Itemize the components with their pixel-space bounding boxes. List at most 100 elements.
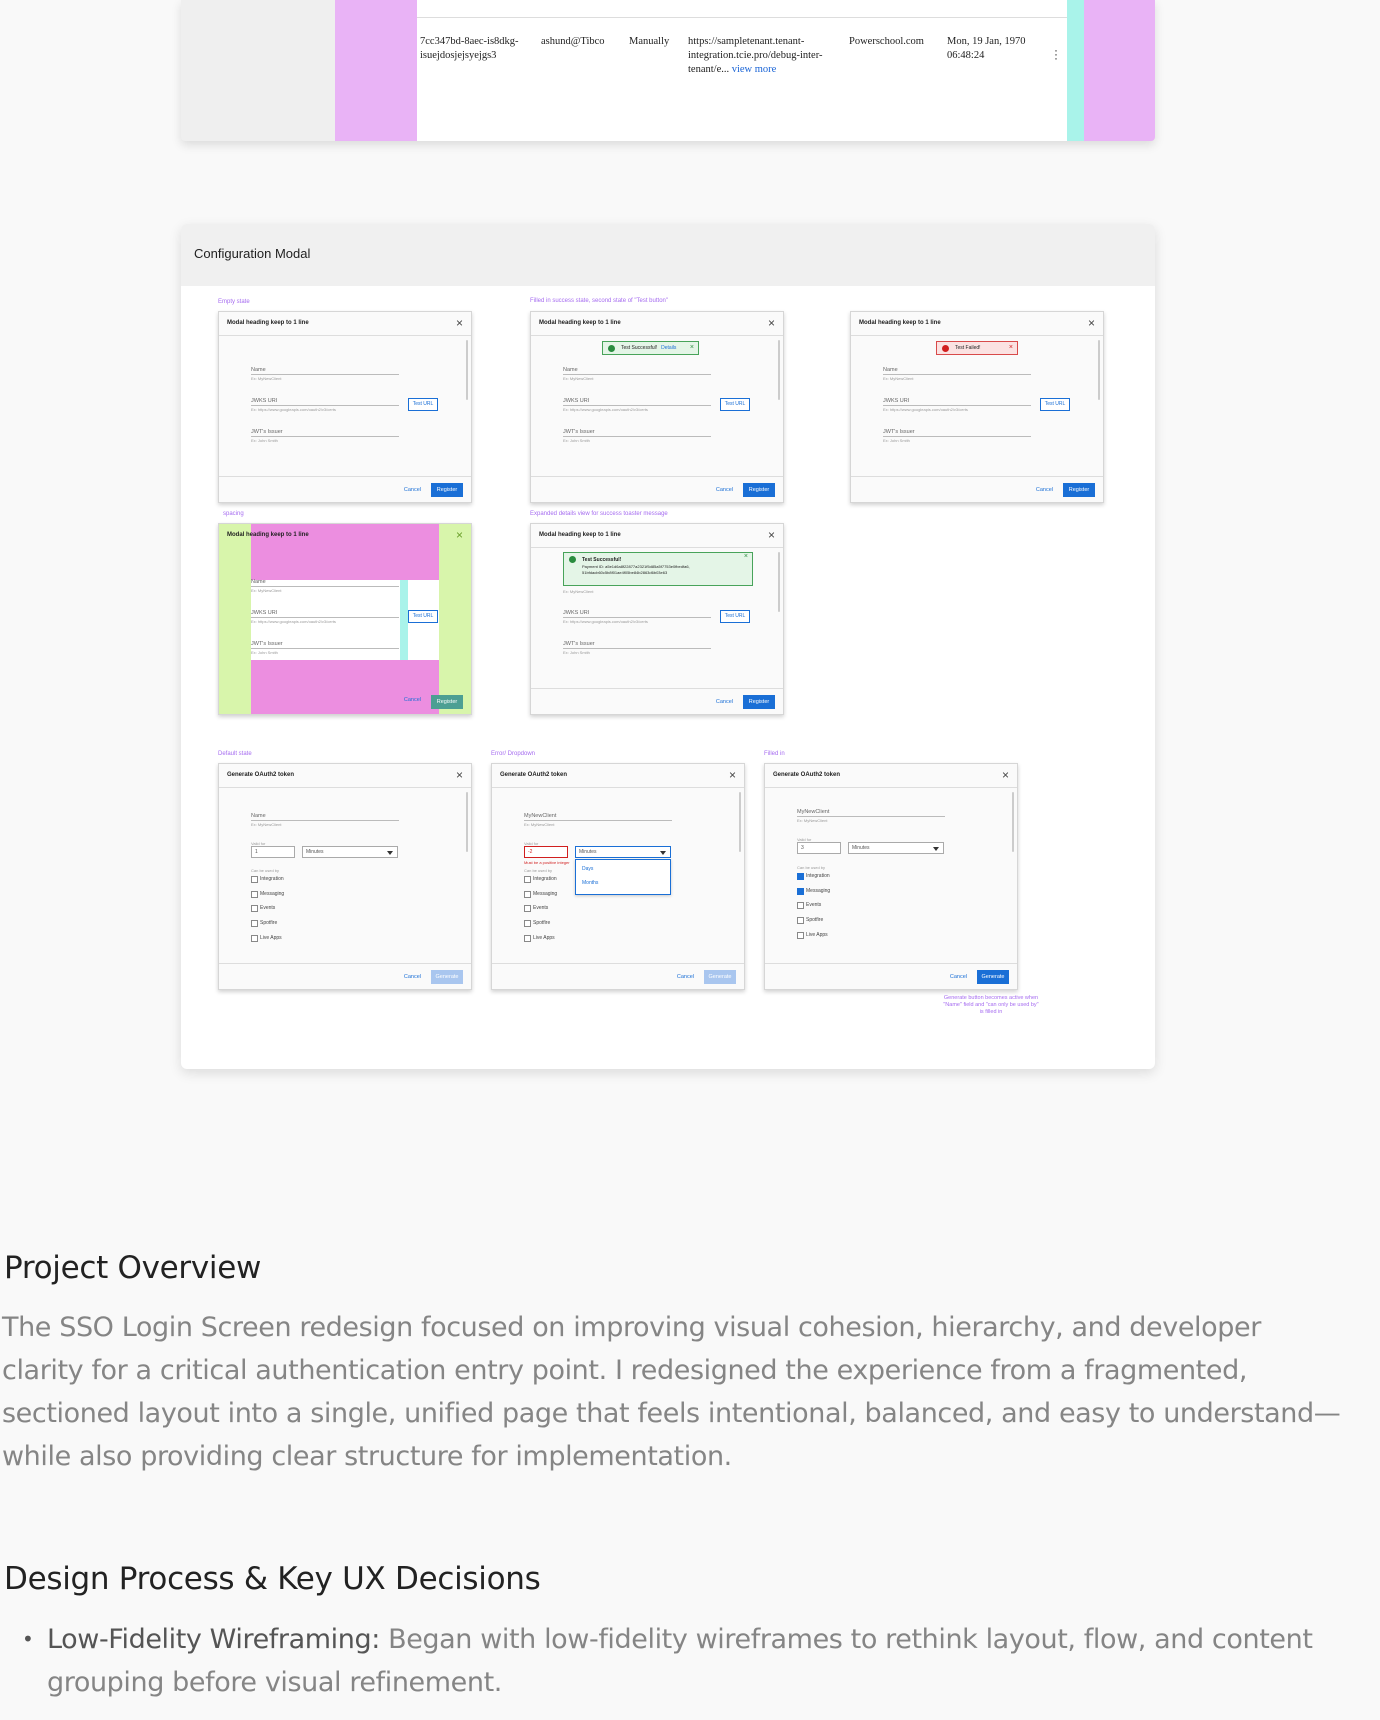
cancel-button[interactable]: Cancel [404,970,421,984]
modal-heading: Modal heading keep to 1 line × [227,528,463,542]
checkbox-spotfire[interactable]: Spotfire [251,920,277,927]
valid-for-input-error[interactable]: -2 [524,846,568,858]
check-circle-icon [569,556,576,563]
unit-select[interactable]: Minutes [848,842,944,854]
scrollbar[interactable] [1012,792,1014,852]
checkbox-messaging[interactable]: Messaging [524,891,557,898]
generate-button-disabled[interactable]: Generate [704,970,736,984]
cancel-button[interactable]: Cancel [950,970,967,984]
jwks-field[interactable]: JWKS URI Ex: https://www.googleapis.com/o… [251,398,399,412]
generate-button[interactable]: Generate [977,970,1009,984]
name-field[interactable]: Name Ex: MyNewClient [883,367,1031,381]
jwks-field[interactable]: JWKS URI Ex: https://www.googleapis.com/o… [251,610,399,624]
label-filled-success: Filled in success state, second state of… [530,298,668,304]
modal-heading: Generate OAuth2 token × [219,764,471,788]
used-by-label: Can be used by [524,868,553,873]
close-icon[interactable]: × [456,528,463,542]
test-url-button[interactable]: Test URL [408,398,438,411]
scrollbar[interactable] [1098,340,1100,400]
modal-heading: Modal heading keep to 1 line × [219,312,471,336]
test-url-button[interactable]: Test URL [408,610,438,623]
modal-footer: Cancel Register [851,476,1103,502]
test-url-button[interactable]: Test URL [1040,398,1070,411]
close-icon[interactable]: × [1002,768,1009,782]
more-options-icon[interactable]: · · · [1054,44,1058,64]
issuer-field[interactable]: JWT's Issuer Ex: John Smith [563,641,711,655]
issuer-field[interactable]: JWT's Issuer Ex: John Smith [251,641,399,655]
valid-for-input[interactable]: 3 [797,842,841,854]
register-button[interactable]: Register [431,483,463,497]
unit-select-open[interactable]: Minutes [575,846,671,858]
name-field[interactable]: Ex: MyNewClient [563,588,711,594]
modal-footer: Cancel Register [531,476,783,502]
test-url-button[interactable]: Test URL [720,610,750,623]
jwks-field[interactable]: JWKS URI Ex: https://www.googleapis.com/o… [883,398,1031,412]
checkbox-integration[interactable]: Integration [524,876,557,883]
jwks-field[interactable]: JWKS URI Ex: https://www.googleapis.com/o… [563,610,711,624]
checkbox-live-apps[interactable]: Live Apps [524,935,555,942]
generate-button-disabled[interactable]: Generate [431,970,463,984]
name-field[interactable]: Name Ex: MyNewClient [563,367,711,381]
close-icon[interactable]: × [690,342,694,354]
register-button[interactable]: Register [743,483,775,497]
process-bullet-item: • Low-Fidelity Wireframing: Began with l… [22,1618,1347,1704]
scrollbar[interactable] [466,792,468,852]
cancel-button[interactable]: Cancel [716,483,733,497]
close-icon[interactable]: × [729,768,736,782]
cancel-button[interactable]: Cancel [1036,483,1053,497]
view-more-link[interactable]: view more [732,64,777,75]
modal-footer: Cancel Register [219,476,471,502]
checkbox-messaging[interactable]: Messaging [251,891,284,898]
cancel-button[interactable]: Cancel [716,695,733,709]
close-icon[interactable]: × [456,768,463,782]
issuer-field[interactable]: JWT's Issuer Ex: John Smith [563,429,711,443]
valid-for-input[interactable]: 1 [251,846,295,858]
error-circle-icon [942,345,949,352]
test-url-button[interactable]: Test URL [720,398,750,411]
cancel-button[interactable]: Cancel [404,483,421,497]
issuer-field[interactable]: JWT's Issuer Ex: John Smith [251,429,399,443]
scrollbar[interactable] [466,340,468,400]
cancel-button[interactable]: Cancel [404,693,421,707]
scrollbar[interactable] [778,340,780,400]
checkbox-events[interactable]: Events [251,905,275,912]
name-field[interactable]: Name Ex: MyNewClient [251,367,399,381]
cell-date: Mon, 19 Jan, 1970 06:48:24 [947,36,1026,61]
close-icon[interactable]: × [768,528,775,542]
close-icon[interactable]: × [1009,342,1013,354]
register-button[interactable]: Register [1063,483,1095,497]
register-button[interactable]: Register [431,695,463,709]
scrollbar[interactable] [778,552,780,612]
jwks-field[interactable]: JWKS URI Ex: https://www.googleapis.com/o… [563,398,711,412]
checkbox-integration[interactable]: Integration [251,876,284,883]
checkbox-live-apps[interactable]: Live Apps [251,935,282,942]
close-icon[interactable]: × [768,316,775,330]
modal-footer: Cancel Generate [765,963,1017,989]
close-icon[interactable]: × [456,316,463,330]
dropdown-option-months[interactable]: Months [582,880,598,886]
close-icon[interactable]: × [744,553,748,560]
label-spacing: spacing [223,511,244,517]
checkbox-events[interactable]: Events [797,902,821,909]
cancel-button[interactable]: Cancel [677,970,694,984]
project-overview-heading: Project Overview [4,1250,262,1286]
modal-spacing-overlay: Modal heading keep to 1 line × Name Ex: My… [218,523,472,715]
checkbox-live-apps[interactable]: Live Apps [797,932,828,939]
scrollbar[interactable] [739,792,741,852]
name-field[interactable]: Name Ex: MyNewClient [251,579,399,593]
details-link[interactable]: Details [661,345,676,351]
close-icon[interactable]: × [1088,316,1095,330]
modal-heading: Modal heading keep to 1 line × [531,524,783,548]
checkbox-spotfire[interactable]: Spotfire [524,920,550,927]
checkbox-integration-checked[interactable]: Integration [797,873,830,880]
checkbox-spotfire[interactable]: Spotfire [797,917,823,924]
name-field[interactable]: MyNewClient Ex: MyNewClient [524,813,672,827]
checkbox-events[interactable]: Events [524,905,548,912]
name-field[interactable]: MyNewClient Ex: MyNewClient [797,809,945,823]
design-process-heading: Design Process & Key UX Decisions [4,1561,541,1597]
issuer-field[interactable]: JWT's Issuer Ex: John Smith [883,429,1031,443]
name-field[interactable]: Name Ex: MyNewClient [251,813,399,827]
register-button[interactable]: Register [743,695,775,709]
checkbox-messaging-checked[interactable]: Messaging [797,888,830,895]
unit-select[interactable]: Minutes [302,846,398,858]
